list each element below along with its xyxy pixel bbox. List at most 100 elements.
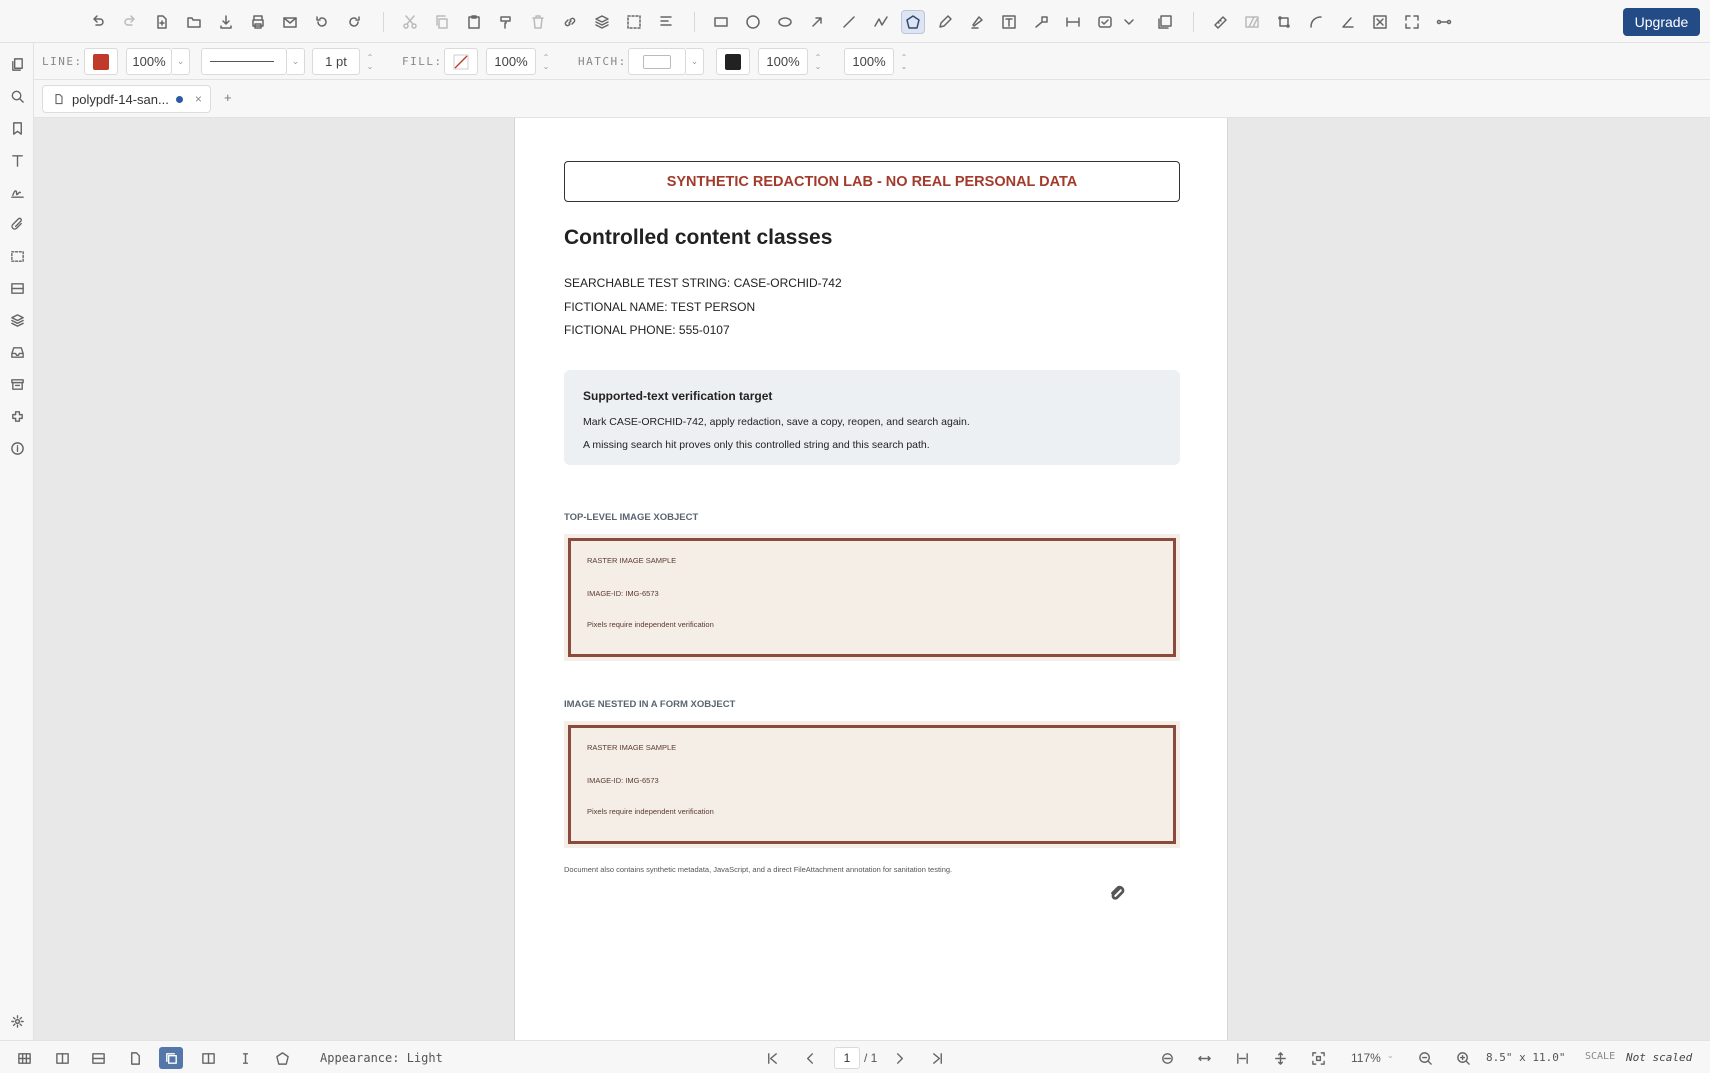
circle-tool-icon[interactable]: [741, 10, 765, 34]
layers-panel-icon[interactable]: [6, 309, 28, 331]
text-cursor-icon[interactable]: [233, 1047, 257, 1069]
last-page-icon[interactable]: [925, 1047, 949, 1069]
close-tab-button[interactable]: ×: [195, 92, 202, 106]
next-page-icon[interactable]: [887, 1047, 911, 1069]
highlighter-tool-icon[interactable]: [965, 10, 989, 34]
format-painter-icon[interactable]: [494, 10, 518, 34]
file-attachment-annotation-icon[interactable]: [1108, 883, 1126, 901]
line-tool-icon[interactable]: [837, 10, 861, 34]
rotate-left-icon[interactable]: [310, 10, 334, 34]
first-page-icon[interactable]: [760, 1047, 784, 1069]
curve-icon[interactable]: [1304, 10, 1328, 34]
text-icon[interactable]: [6, 149, 28, 171]
page-number-input[interactable]: 1: [834, 1047, 860, 1069]
align-icon[interactable]: [654, 10, 678, 34]
document-canvas[interactable]: SYNTHETIC REDACTION LAB - NO REAL PERSON…: [34, 118, 1710, 1040]
chevron-down-icon[interactable]: ⌄: [172, 48, 190, 75]
line-width-stepper[interactable]: ⌃ ⌄: [360, 48, 380, 75]
new-file-icon[interactable]: [150, 10, 174, 34]
split-horizontal-icon[interactable]: [86, 1047, 110, 1069]
line-opacity-input[interactable]: 100%: [126, 48, 172, 75]
rectangle-tool-icon[interactable]: [709, 10, 733, 34]
chevron-down-icon[interactable]: ⌄: [287, 48, 305, 75]
pages-icon[interactable]: [6, 53, 28, 75]
remove-box-icon[interactable]: [1368, 10, 1392, 34]
fullscreen-icon[interactable]: [1400, 10, 1424, 34]
archive-icon[interactable]: [6, 373, 28, 395]
hatch-color-picker[interactable]: [716, 48, 750, 75]
layers-icon[interactable]: [590, 10, 614, 34]
delete-icon[interactable]: [526, 10, 550, 34]
zoom-level-select[interactable]: 117%: [1351, 1051, 1381, 1065]
stamp-icon[interactable]: [1093, 10, 1117, 34]
appearance-label[interactable]: Appearance: Light: [320, 1051, 443, 1065]
pencil-tool-icon[interactable]: [933, 10, 957, 34]
measure-icon[interactable]: [1208, 10, 1232, 34]
image-tool-icon[interactable]: [1153, 10, 1177, 34]
callout-icon[interactable]: [1029, 10, 1053, 34]
settings-icon[interactable]: [6, 1010, 28, 1032]
mail-icon[interactable]: [278, 10, 302, 34]
download-icon[interactable]: [214, 10, 238, 34]
inbox-icon[interactable]: [6, 341, 28, 363]
line-color-picker[interactable]: [84, 48, 118, 75]
open-folder-icon[interactable]: [182, 10, 206, 34]
document-tab[interactable]: polypdf-14-san... ×: [42, 85, 211, 113]
undo-icon[interactable]: [86, 10, 110, 34]
continuous-scroll-icon[interactable]: [159, 1047, 183, 1069]
zoom-out-icon[interactable]: [1413, 1047, 1437, 1069]
fit-width-icon[interactable]: [1192, 1047, 1216, 1069]
upgrade-button[interactable]: Upgrade: [1623, 8, 1700, 36]
chevron-down-icon[interactable]: ⌄: [1387, 1051, 1394, 1060]
chevron-down-icon[interactable]: [1121, 10, 1137, 34]
line-style-select[interactable]: [201, 48, 287, 75]
redo-icon[interactable]: [118, 10, 142, 34]
bookmark-icon[interactable]: [6, 117, 28, 139]
chevron-down-icon[interactable]: ⌄: [686, 48, 704, 75]
zoom-to-selection-icon[interactable]: [1306, 1047, 1330, 1069]
opacity-a-stepper[interactable]: ⌃ ⌄: [808, 48, 828, 75]
rotate-right-icon[interactable]: [342, 10, 366, 34]
search-icon[interactable]: [6, 85, 28, 107]
scale-value[interactable]: Not scaled: [1626, 1051, 1692, 1064]
plugin-icon[interactable]: [6, 405, 28, 427]
polygon-mode-icon[interactable]: [270, 1047, 294, 1069]
print-icon[interactable]: [246, 10, 270, 34]
prev-page-icon[interactable]: [798, 1047, 822, 1069]
dimension-icon[interactable]: [1061, 10, 1085, 34]
info-icon[interactable]: [6, 437, 28, 459]
pdf-page[interactable]: SYNTHETIC REDACTION LAB - NO REAL PERSON…: [514, 118, 1228, 1040]
signature-icon[interactable]: [6, 181, 28, 203]
connector-icon[interactable]: [1432, 10, 1456, 34]
zoom-in-icon[interactable]: [1451, 1047, 1475, 1069]
polygon-tool-icon[interactable]: [901, 10, 925, 34]
crop-icon[interactable]: [1272, 10, 1296, 34]
fill-opacity-input[interactable]: 100%: [486, 48, 536, 75]
grid-view-icon[interactable]: [12, 1047, 36, 1069]
form-fields-icon[interactable]: [6, 277, 28, 299]
cut-icon[interactable]: [398, 10, 422, 34]
select-area-icon[interactable]: [622, 10, 646, 34]
copy-icon[interactable]: [430, 10, 454, 34]
attachment-icon[interactable]: [6, 213, 28, 235]
opacity-b-stepper[interactable]: ⌃ ⌄: [894, 48, 914, 75]
ellipse-tool-icon[interactable]: [773, 10, 797, 34]
snap-icon[interactable]: [1155, 1047, 1179, 1069]
split-vertical-icon[interactable]: [50, 1047, 74, 1069]
link-icon[interactable]: [558, 10, 582, 34]
hatch-area-icon[interactable]: [1240, 10, 1264, 34]
paste-icon[interactable]: [462, 10, 486, 34]
line-width-input[interactable]: 1 pt: [312, 48, 360, 75]
arrow-tool-icon[interactable]: [805, 10, 829, 34]
two-page-icon[interactable]: [196, 1047, 220, 1069]
angle-icon[interactable]: [1336, 10, 1360, 34]
hatch-pattern-select[interactable]: [628, 48, 686, 75]
add-tab-button[interactable]: +: [224, 90, 232, 105]
text-box-icon[interactable]: [997, 10, 1021, 34]
fit-page-icon[interactable]: [1230, 1047, 1254, 1069]
fit-height-icon[interactable]: [1268, 1047, 1292, 1069]
polyline-tool-icon[interactable]: [869, 10, 893, 34]
opacity-input-a[interactable]: 100%: [758, 48, 808, 75]
opacity-input-b[interactable]: 100%: [844, 48, 894, 75]
single-page-icon[interactable]: [123, 1047, 147, 1069]
